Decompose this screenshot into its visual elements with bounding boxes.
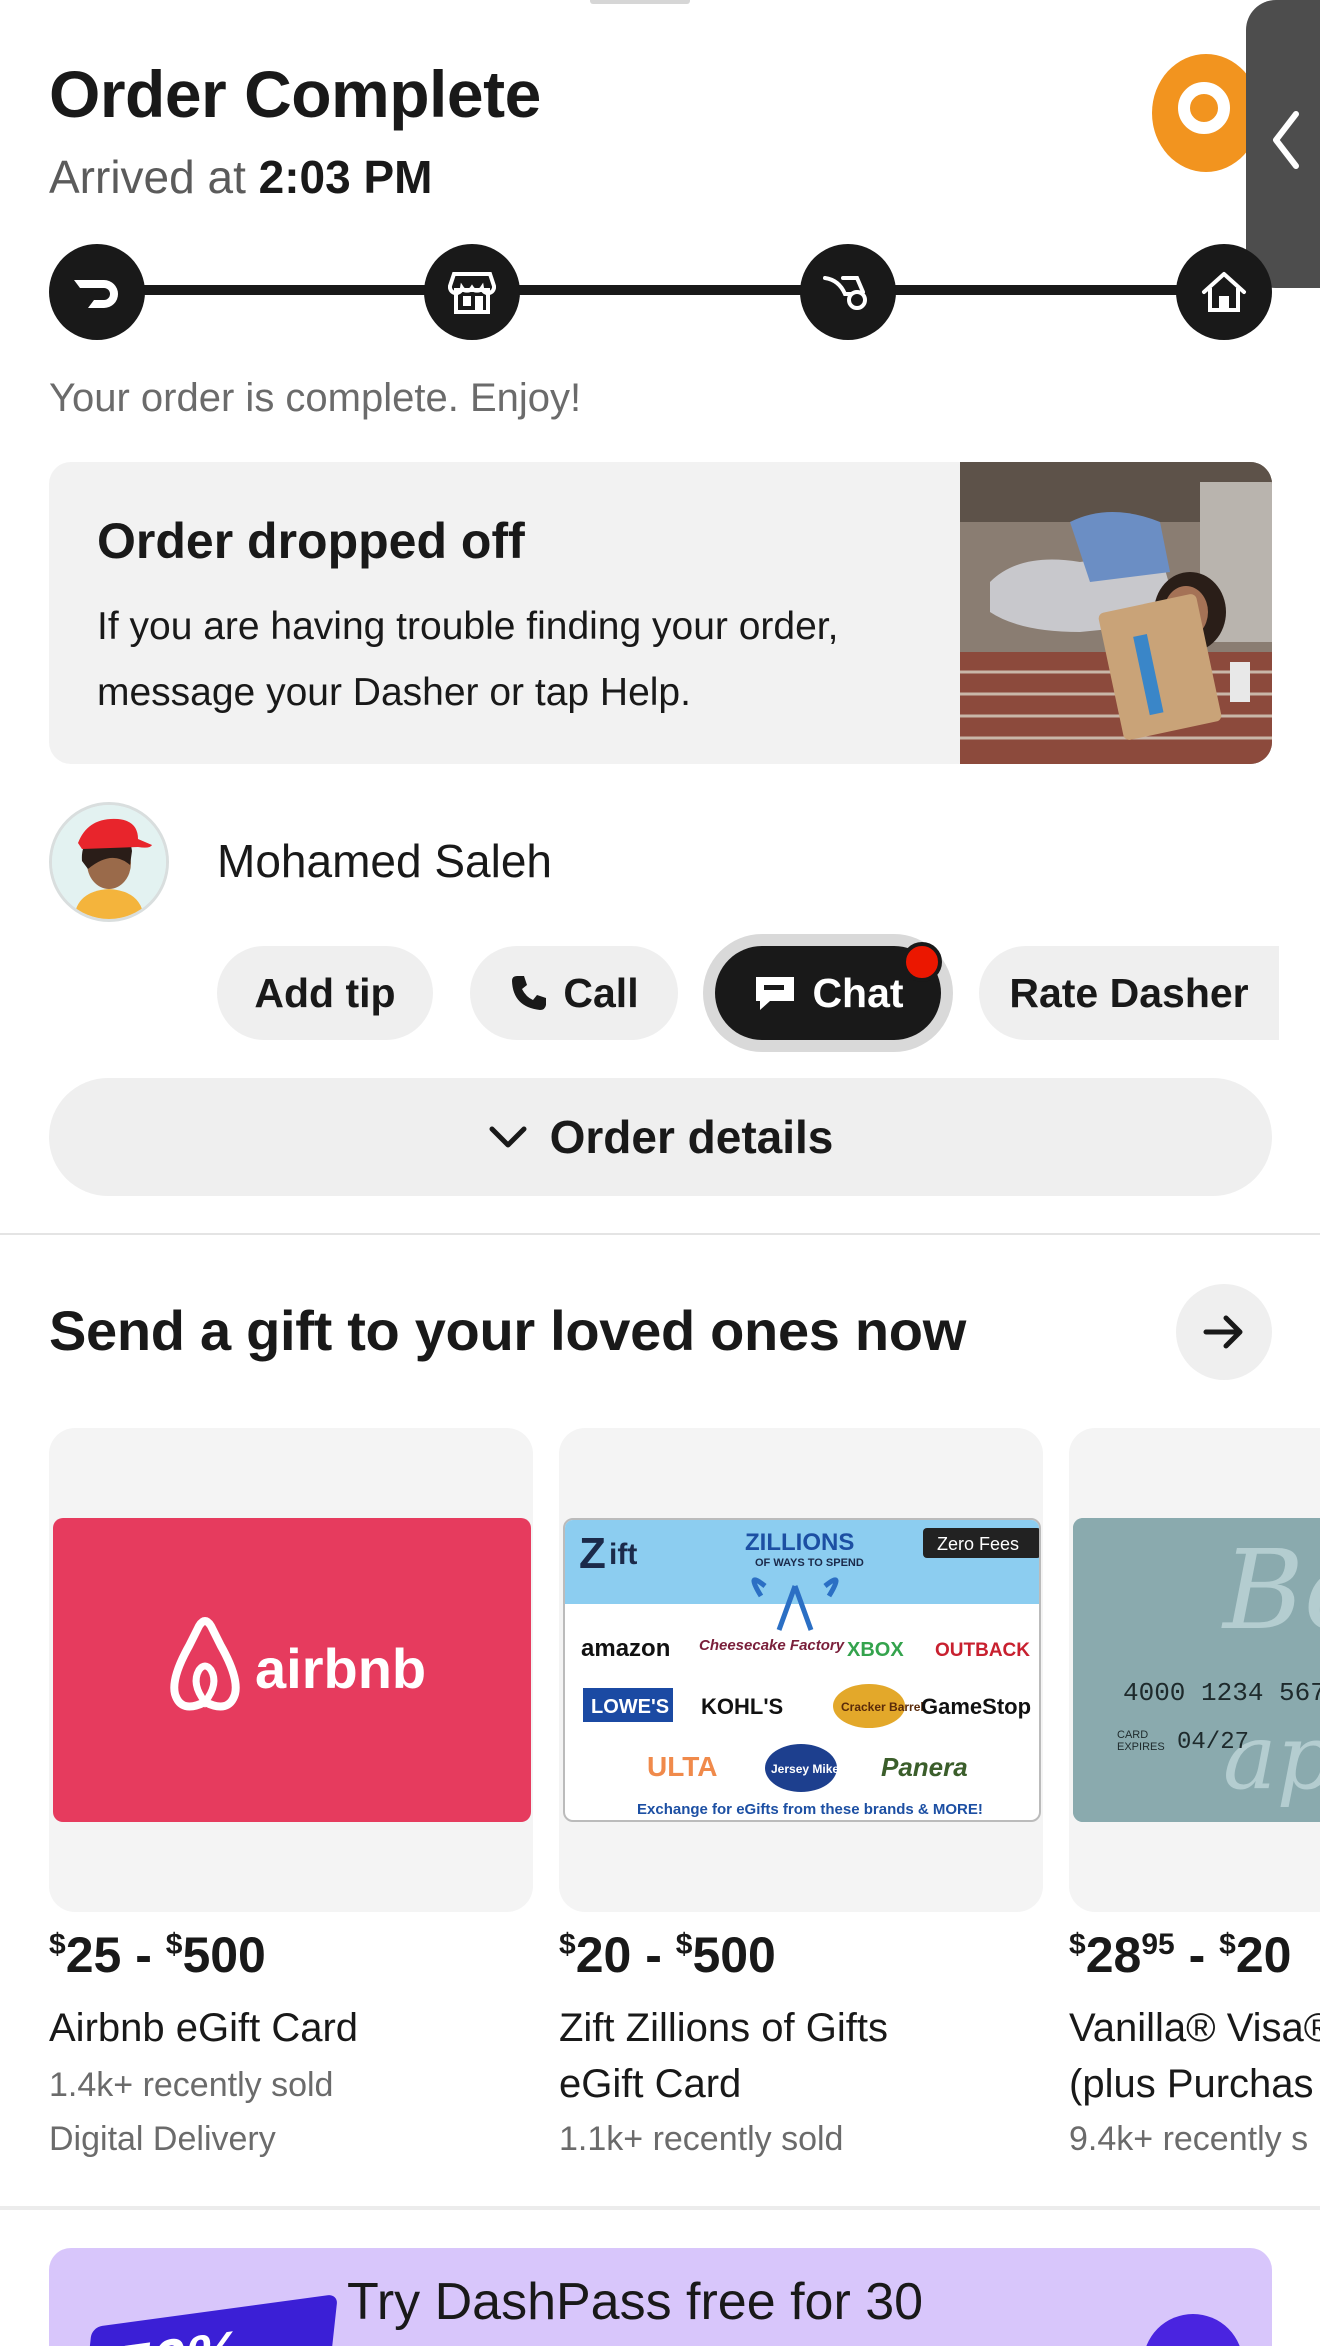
gift-sold-count: 1.4k+ recently sold (49, 2066, 334, 2104)
gift-price: $25 - $500 (49, 1927, 266, 1983)
dasher-avatar (49, 802, 169, 922)
gift-card-zift[interactable]: Z ift ZILLIONS OF WAYS TO SPEND Zero Fee… (559, 1428, 1043, 1912)
page-title: Order Complete (49, 57, 541, 131)
gift-see-all-button[interactable] (1176, 1284, 1272, 1380)
airbnb-logo-text: airbnb (255, 1637, 426, 1700)
dashpass-action-button[interactable] (1143, 2314, 1243, 2346)
section-divider (0, 2206, 1320, 2210)
airbnb-card-image: airbnb (53, 1518, 531, 1822)
rate-dasher-button[interactable]: Rate Dasher (979, 946, 1279, 1040)
svg-text:GameStop: GameStop (921, 1694, 1031, 1719)
svg-text:4000 1234 567: 4000 1234 567 (1123, 1678, 1320, 1708)
delivery-icon (800, 244, 896, 340)
add-tip-button[interactable]: Add tip (217, 946, 433, 1040)
delivery-photo[interactable] (960, 462, 1272, 764)
section-divider (0, 1233, 1320, 1235)
order-dropped-card[interactable]: Order dropped off If you are having trou… (49, 462, 1272, 764)
svg-text:Jersey Mike's: Jersey Mike's (771, 1762, 849, 1776)
drop-card-title: Order dropped off (97, 513, 525, 569)
chevron-left-icon (1273, 111, 1299, 169)
gift-price: $2895 - $20 (1069, 1927, 1292, 1983)
dashpass-discount-tag: 50% (80, 2293, 338, 2346)
drop-card-body: If you are having trouble finding your o… (97, 605, 839, 714)
svg-text:LOWE'S: LOWE'S (591, 1696, 669, 1718)
svg-text:Cheesecake Factory: Cheesecake Factory (699, 1637, 845, 1654)
arrival-time: Arrived at 2:03 PM (49, 151, 433, 203)
svg-text:Cracker Barrel: Cracker Barrel (841, 1700, 924, 1714)
gift-card-vanilla-visa[interactable]: Bo ap 4000 1234 567 CARD EXPIRES 04/27 (1069, 1428, 1320, 1912)
gift-delivery-type: Digital Delivery (49, 2120, 276, 2158)
svg-text:KOHL'S: KOHL'S (701, 1694, 783, 1719)
gift-card-airbnb[interactable]: airbnb (49, 1428, 533, 1912)
svg-text:ap: ap (1223, 1705, 1320, 1810)
unread-badge (902, 942, 942, 982)
home-icon (1176, 244, 1272, 340)
sheet-handle[interactable] (590, 0, 690, 4)
gift-name: Zift Zillions of Gifts eGift Card (559, 2006, 888, 2106)
svg-text:Bo: Bo (1221, 1526, 1320, 1654)
svg-text:XBOX: XBOX (847, 1639, 904, 1661)
svg-text:amazon: amazon (581, 1635, 670, 1662)
svg-text:Z: Z (579, 1529, 606, 1578)
chevron-down-icon (489, 1126, 527, 1148)
svg-text:04/27: 04/27 (1177, 1729, 1249, 1756)
gift-section-title: Send a gift to your loved ones now (49, 1299, 966, 1362)
gift-sold-count: 9.4k+ recently s (1069, 2120, 1309, 2158)
phone-icon (512, 976, 547, 1010)
arrow-right-icon (1203, 1315, 1243, 1349)
zift-card-image: Z ift ZILLIONS OF WAYS TO SPEND Zero Fee… (563, 1518, 1041, 1822)
svg-text:EXPIRES: EXPIRES (1117, 1741, 1165, 1753)
svg-text:OF WAYS TO SPEND: OF WAYS TO SPEND (755, 1557, 864, 1569)
vanilla-card-image: Bo ap 4000 1234 567 CARD EXPIRES 04/27 (1073, 1518, 1320, 1822)
call-button[interactable]: Call (470, 946, 678, 1040)
dasher-name: Mohamed Saleh (217, 835, 552, 887)
dashpass-banner[interactable]: 50% Try DashPass free for 30 (49, 2248, 1272, 2346)
side-drawer-tab[interactable] (1246, 0, 1320, 288)
gift-sold-count: 1.1k+ recently sold (559, 2120, 844, 2158)
svg-text:ift: ift (609, 1538, 637, 1571)
svg-text:CARD: CARD (1117, 1729, 1148, 1741)
store-icon (424, 244, 520, 340)
gift-name: Airbnb eGift Card (49, 2006, 359, 2050)
progress-track (96, 285, 1224, 295)
svg-text:ULTA: ULTA (647, 1751, 718, 1782)
svg-text:Zero Fees: Zero Fees (937, 1534, 1019, 1554)
order-details-button[interactable]: Order details (49, 1078, 1272, 1196)
svg-text:Panera: Panera (881, 1752, 968, 1782)
svg-text:ZILLIONS: ZILLIONS (745, 1529, 854, 1556)
merchant-logo (1152, 54, 1260, 172)
svg-text:OUTBACK: OUTBACK (935, 1640, 1030, 1661)
chat-icon (756, 977, 795, 1010)
gift-name: Vanilla® Visa® (plus Purchas (1069, 2006, 1320, 2106)
gift-price: $20 - $500 (559, 1927, 776, 1983)
dasher-step-icon (49, 244, 145, 340)
svg-text:Exchange for eGifts from these: Exchange for eGifts from these brands & … (637, 1801, 983, 1818)
order-status-text: Your order is complete. Enjoy! (49, 376, 582, 420)
dashpass-text: Try DashPass free for 30 (347, 2273, 924, 2331)
